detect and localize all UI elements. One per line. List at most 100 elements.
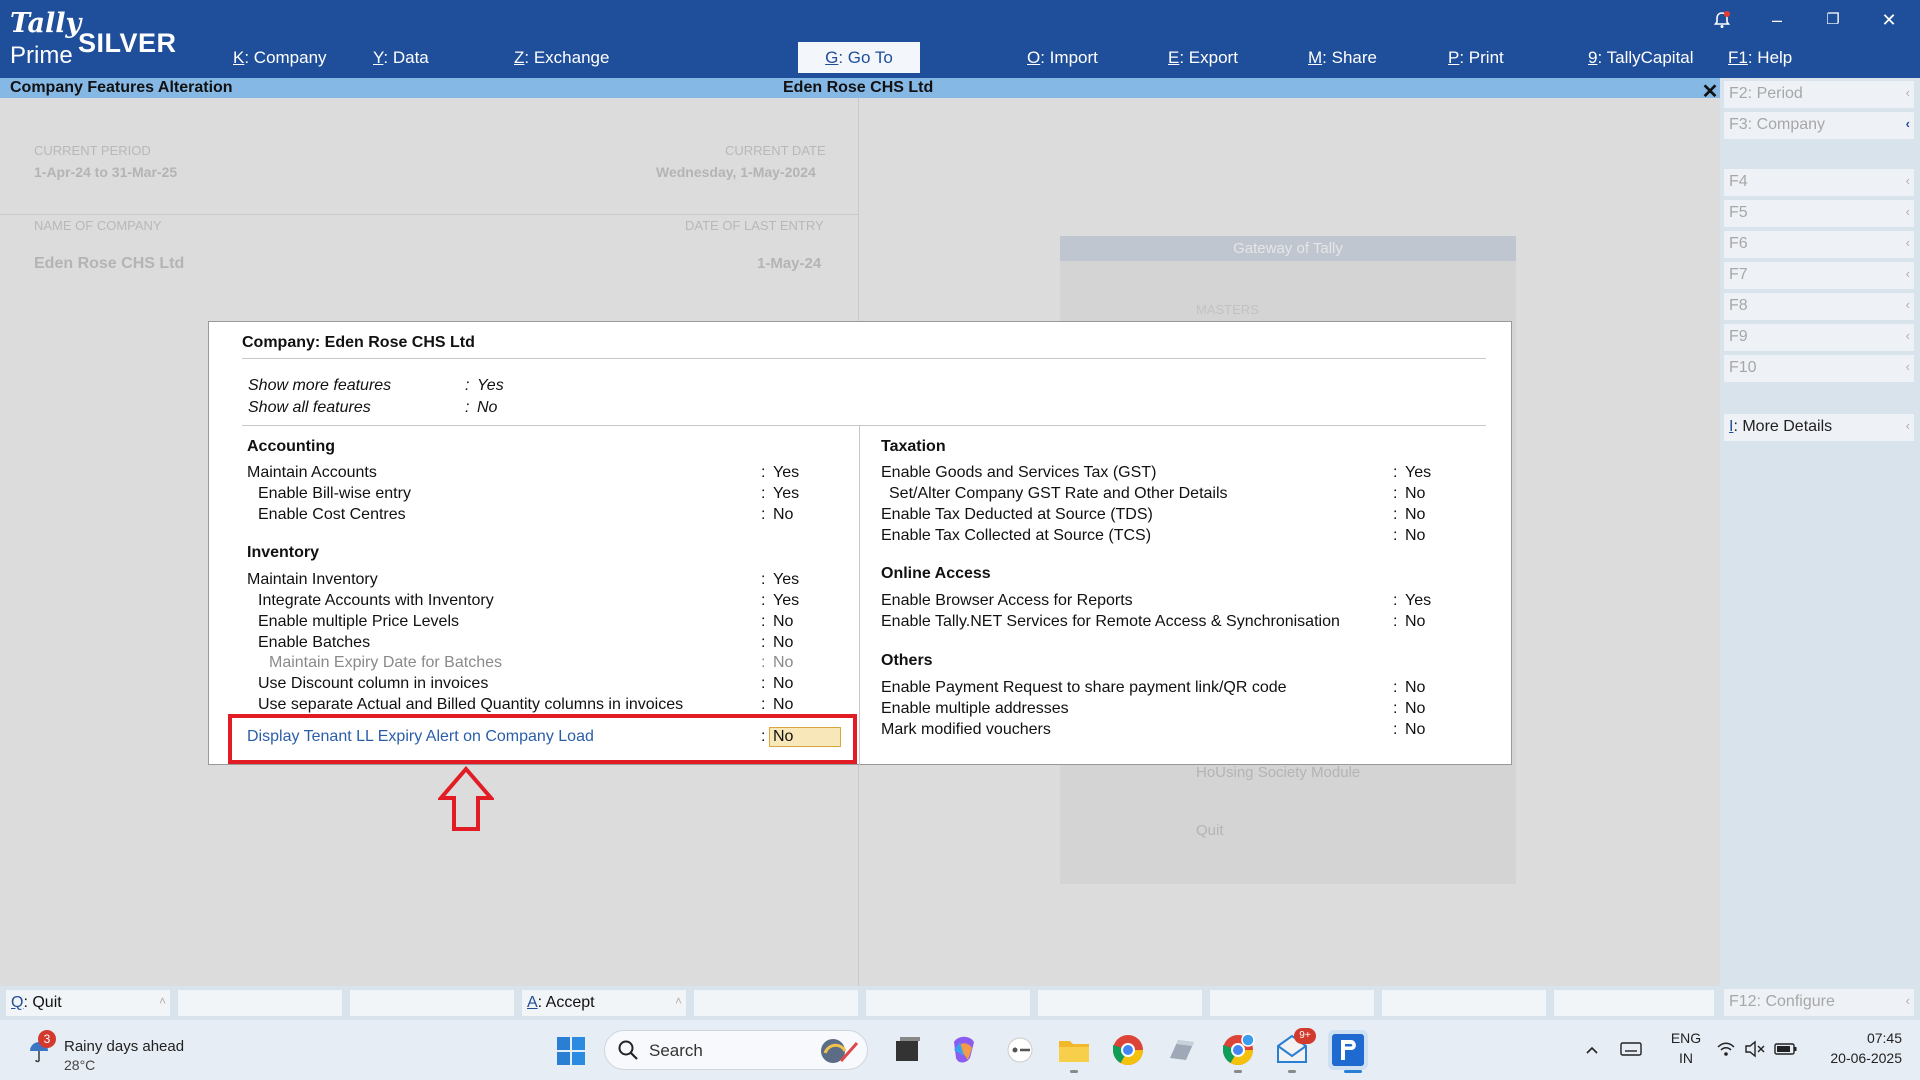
f3-company-button[interactable]: F3: Company ‹ xyxy=(1724,112,1914,139)
colon: : xyxy=(1393,485,1398,502)
menu-export[interactable]: E: Export xyxy=(1168,48,1238,68)
language-indicator[interactable]: ENG xyxy=(1666,1030,1706,1046)
feature-value[interactable]: No xyxy=(773,654,793,672)
menu-label: : Export xyxy=(1179,48,1238,67)
feature-value[interactable]: No xyxy=(773,506,793,524)
empty-button[interactable] xyxy=(178,990,342,1016)
f5-button[interactable]: F5 ‹ xyxy=(1724,200,1914,227)
feature-value[interactable]: Yes xyxy=(773,592,799,610)
f12-configure-button[interactable]: F12: Configure ‹ xyxy=(1724,989,1914,1016)
menu-goto[interactable]: G: Go To xyxy=(798,42,920,73)
quit-button[interactable]: Q: Quit ˄ xyxy=(6,990,170,1016)
feature-value[interactable]: No xyxy=(1405,613,1425,631)
weather-widget[interactable]: 3 Rainy days ahead 28°C xyxy=(28,1030,228,1074)
keyboard-icon[interactable] xyxy=(1620,1040,1642,1058)
feature-value[interactable]: Yes xyxy=(773,464,799,482)
highlight-annotation-box xyxy=(228,714,857,764)
feature-value[interactable]: No xyxy=(1405,700,1425,718)
bkey: A xyxy=(527,994,538,1011)
feature-value[interactable]: No xyxy=(1405,485,1425,503)
f6-button[interactable]: F6 ‹ xyxy=(1724,231,1914,258)
restore-button[interactable]: ❐ xyxy=(1821,10,1845,28)
menu-share[interactable]: M: Share xyxy=(1308,48,1377,68)
f4-button[interactable]: F4 ‹ xyxy=(1724,169,1914,196)
feature-value[interactable]: No xyxy=(1405,506,1425,524)
clock-date[interactable]: 20-06-2025 xyxy=(1812,1050,1902,1066)
empty-button[interactable] xyxy=(694,990,858,1016)
clock-time[interactable]: 07:45 xyxy=(1812,1030,1902,1046)
speaker-muted-icon[interactable] xyxy=(1744,1040,1766,1058)
chevron-up-icon: ˄ xyxy=(158,994,166,1008)
tally-taskbar-app[interactable] xyxy=(1328,1030,1368,1070)
menu-company[interactable]: K: Company xyxy=(233,48,327,68)
feature-value[interactable]: Yes xyxy=(773,485,799,503)
menu-import[interactable]: O: Import xyxy=(1027,48,1098,68)
meet-icon[interactable] xyxy=(1002,1032,1038,1068)
weather-text: Rainy days ahead xyxy=(64,1038,185,1055)
feature-value[interactable]: No xyxy=(1405,679,1425,697)
feature-label: Use separate Actual and Billed Quantity … xyxy=(258,696,684,713)
feature-value[interactable]: No xyxy=(773,634,793,652)
menu-label: : Help xyxy=(1747,48,1793,67)
bell-icon[interactable] xyxy=(1712,10,1732,30)
close-window-button[interactable]: ✕ xyxy=(1877,10,1901,31)
menu-label: : TallyCapital xyxy=(1597,48,1694,67)
colon: : xyxy=(761,571,766,588)
chrome-profile-icon[interactable] xyxy=(1220,1032,1256,1068)
menu-print[interactable]: P: Print xyxy=(1448,48,1504,68)
up-arrow-icon xyxy=(438,766,494,831)
wifi-icon[interactable] xyxy=(1716,1040,1736,1058)
windows-start-icon[interactable] xyxy=(556,1036,586,1066)
copilot-icon[interactable] xyxy=(946,1032,982,1068)
feature-value[interactable]: Yes xyxy=(1405,592,1431,610)
feature-value[interactable]: Yes xyxy=(773,571,799,589)
empty-button[interactable] xyxy=(1038,990,1202,1016)
f7-button[interactable]: F7 ‹ xyxy=(1724,262,1914,289)
chevron-left-icon: ‹ xyxy=(1905,418,1910,433)
feature-value[interactable]: No xyxy=(1405,721,1425,739)
more-details-button[interactable]: I: More Details ‹ xyxy=(1724,414,1914,441)
minimize-button[interactable]: – xyxy=(1765,10,1789,31)
battery-icon[interactable] xyxy=(1774,1040,1798,1058)
gateway-housing-society[interactable]: HoUsing Society Module xyxy=(1196,764,1360,781)
mail-app[interactable]: 9+ xyxy=(1274,1028,1316,1068)
fkey: F5 xyxy=(1729,204,1748,221)
region-indicator[interactable]: IN xyxy=(1666,1050,1706,1066)
chevron-left-icon: ‹ xyxy=(1905,85,1910,100)
empty-button[interactable] xyxy=(1382,990,1546,1016)
screen-title: Company Features Alteration xyxy=(10,79,233,96)
feature-value[interactable]: No xyxy=(773,696,793,714)
show-all-features-value[interactable]: No xyxy=(477,399,497,417)
empty-button[interactable] xyxy=(350,990,514,1016)
empty-button[interactable] xyxy=(1210,990,1374,1016)
f9-button[interactable]: F9 ‹ xyxy=(1724,324,1914,351)
show-more-features-value[interactable]: Yes xyxy=(477,377,504,395)
gateway-quit[interactable]: Quit xyxy=(1196,822,1224,839)
accept-button[interactable]: A: Accept ˄ xyxy=(522,990,686,1016)
feature-value[interactable]: No xyxy=(773,613,793,631)
feature-value[interactable]: No xyxy=(1405,527,1425,545)
generic-app-icon[interactable] xyxy=(1164,1032,1200,1068)
menu-tallycapital[interactable]: 9: TallyCapital xyxy=(1588,48,1694,68)
date-of-last-entry-label: DATE OF LAST ENTRY xyxy=(685,218,824,233)
menu-exchange[interactable]: Z: Exchange xyxy=(514,48,609,68)
taskbar-search[interactable]: Search xyxy=(604,1030,868,1070)
empty-button[interactable] xyxy=(866,990,1030,1016)
chevron-left-icon: ‹ xyxy=(1905,173,1910,188)
feature-value[interactable]: Yes xyxy=(1405,464,1431,482)
chevron-up-icon[interactable] xyxy=(1584,1042,1600,1058)
empty-button[interactable] xyxy=(1554,990,1714,1016)
task-view-icon[interactable] xyxy=(890,1032,926,1068)
menu-data[interactable]: Y: Data xyxy=(373,48,429,68)
gateway-masters: MASTERS xyxy=(1196,302,1259,317)
menu-label: : Exchange xyxy=(524,48,610,67)
menu-help[interactable]: F1: Help xyxy=(1728,48,1792,68)
chrome-icon[interactable] xyxy=(1110,1032,1146,1068)
fkey: F8 xyxy=(1729,297,1748,314)
f2-period-button[interactable]: F2: Period ‹ xyxy=(1724,81,1914,108)
file-explorer-icon[interactable] xyxy=(1056,1032,1092,1068)
feature-value[interactable]: No xyxy=(773,675,793,693)
f8-button[interactable]: F8 ‹ xyxy=(1724,293,1914,320)
colon: : xyxy=(761,634,766,651)
f10-button[interactable]: F10 ‹ xyxy=(1724,355,1914,382)
